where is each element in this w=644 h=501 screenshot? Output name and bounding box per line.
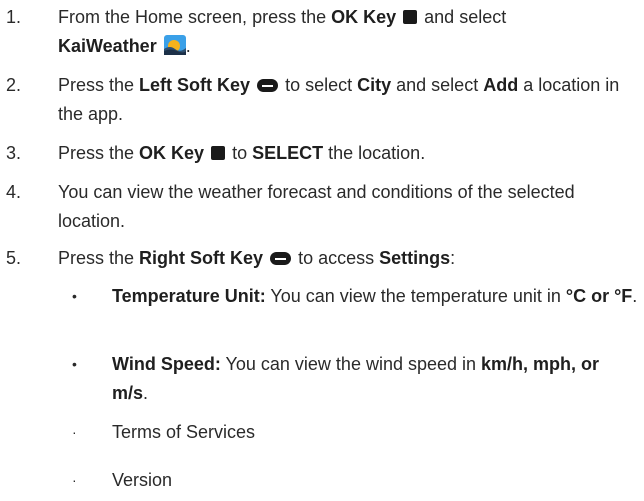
step-text-part: Press the: [58, 248, 140, 268]
step-text: From the Home screen, press the OK Key a…: [58, 3, 644, 61]
step-text-part: .: [185, 36, 191, 56]
step-number: 3.: [6, 143, 22, 163]
step-text-part: to: [227, 143, 253, 163]
ok-key-icon: [211, 146, 226, 160]
ok-key-label: OK Key: [331, 7, 397, 27]
ok-key-icon: [403, 10, 418, 24]
step-text-part: :: [450, 248, 456, 268]
settings-item-part: .: [632, 286, 638, 306]
temperature-units: °C or °F: [565, 286, 633, 306]
settings-item-text: Temperature Unit: You can view the tempe…: [112, 282, 644, 311]
settings-item-part: You can view the wind speed in: [220, 354, 482, 374]
settings-item-label: Temperature Unit:: [112, 286, 266, 306]
step-text-part: to select: [280, 75, 358, 95]
kaiweather-app-icon: [163, 35, 186, 55]
settings-item-text: Version: [112, 470, 173, 490]
settings-label: Settings: [379, 248, 451, 268]
step-text-part: the location.: [323, 143, 426, 163]
step-number: 4.: [6, 182, 22, 202]
step-number: 5.: [6, 248, 22, 268]
step-text: Press the OK Key to SELECT the location.: [58, 139, 644, 168]
step-text-part: Press the: [58, 143, 140, 163]
instructions-document: 1. From the Home screen, press the OK Ke…: [0, 0, 644, 501]
select-label: SELECT: [252, 143, 324, 163]
settings-item-label: Wind Speed:: [112, 354, 221, 374]
ok-key-label: OK Key: [139, 143, 205, 163]
soft-key-icon: [270, 252, 292, 265]
step-text: Press the Left Soft Key to select City a…: [58, 71, 644, 129]
settings-item-text: Wind Speed: You can view the wind speed …: [112, 350, 612, 408]
step-number: 2.: [6, 75, 22, 95]
settings-item-part: You can view the temperature unit in: [265, 286, 566, 306]
step-text-part: and select: [391, 75, 484, 95]
step-text: Press the Right Soft Key to access Setti…: [58, 244, 644, 273]
bullet-icon: ·: [72, 424, 77, 440]
bullet-icon: •: [72, 288, 77, 304]
step-number: 1.: [6, 7, 22, 27]
city-label: City: [357, 75, 392, 95]
settings-item-text: Terms of Services: [112, 422, 256, 442]
bullet-icon: •: [72, 356, 77, 372]
step-text-part: and select: [419, 7, 507, 27]
kaiweather-label: KaiWeather: [58, 36, 157, 56]
soft-key-icon: [257, 79, 279, 92]
step-text-part: Press the: [58, 75, 140, 95]
bullet-icon: ·: [72, 472, 77, 488]
step-text-part: From the Home screen, press the: [58, 7, 332, 27]
settings-item-part: .: [143, 383, 149, 403]
left-soft-key-label: Left Soft Key: [139, 75, 251, 95]
right-soft-key-label: Right Soft Key: [139, 248, 264, 268]
step-text: You can view the weather forecast and co…: [58, 182, 575, 231]
add-label: Add: [483, 75, 519, 95]
step-text-part: to access: [293, 248, 380, 268]
